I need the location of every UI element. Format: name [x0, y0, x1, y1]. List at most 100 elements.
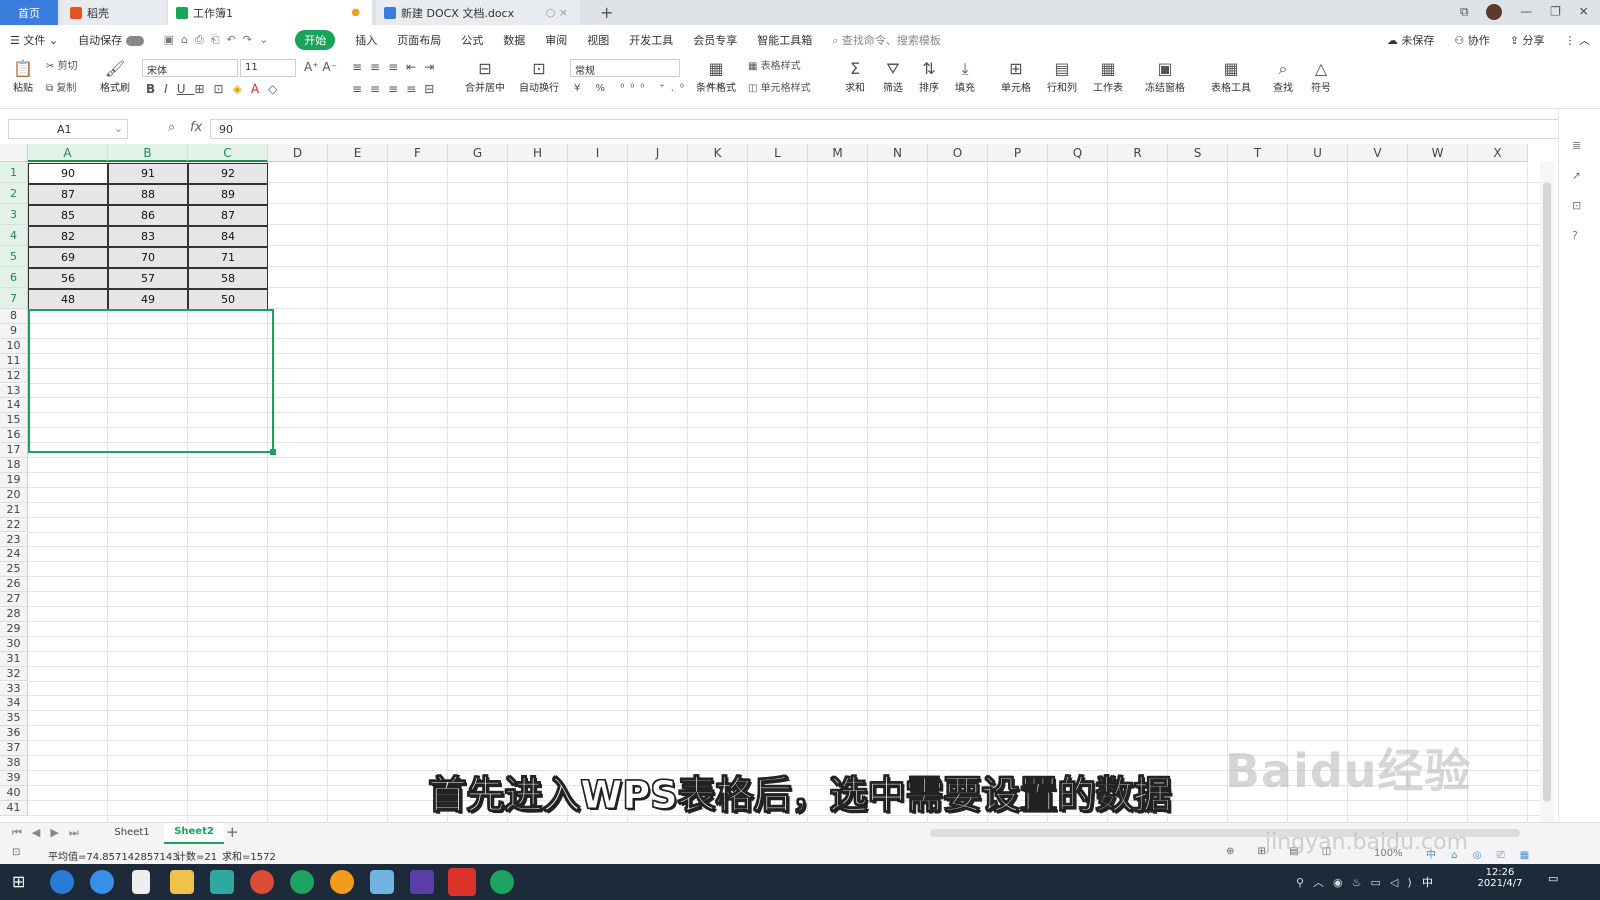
- formula-input[interactable]: 90: [210, 119, 1560, 139]
- column-header-n[interactable]: N: [868, 144, 928, 162]
- taskbar-file-icon[interactable]: [132, 870, 150, 894]
- ime-indicator[interactable]: 中: [1422, 874, 1433, 890]
- sheet-nav-icons[interactable]: ⏮◀▶⏭: [12, 826, 89, 840]
- chrome-icon[interactable]: [250, 870, 274, 894]
- new-tab-button[interactable]: +: [592, 0, 616, 25]
- cell-a3[interactable]: 85: [28, 205, 108, 226]
- cell-c6[interactable]: 58: [188, 268, 268, 289]
- fill-handle[interactable]: [270, 449, 276, 455]
- cell-c5[interactable]: 71: [188, 247, 268, 268]
- freeze-button[interactable]: ▣ 冻结窗格: [1140, 59, 1190, 94]
- more-icon[interactable]: ⋮ ︿: [1565, 32, 1591, 48]
- column-header-g[interactable]: G: [448, 144, 508, 162]
- row-header-18[interactable]: 18: [0, 458, 28, 473]
- column-header-t[interactable]: T: [1228, 144, 1288, 162]
- row-header-21[interactable]: 21: [0, 502, 28, 518]
- column-header-e[interactable]: E: [328, 144, 388, 162]
- row-header-14[interactable]: 14: [0, 398, 28, 414]
- collab-button[interactable]: ⚇ 协作: [1454, 32, 1489, 48]
- menu-item-insert[interactable]: 插入: [355, 32, 377, 48]
- close-window-icon[interactable]: ✕: [1579, 5, 1589, 19]
- cell-a5[interactable]: 69: [28, 247, 108, 268]
- quick-access-icons[interactable]: ▣⌂⎙⎗↶↷⌄: [164, 33, 276, 47]
- align-icons-2[interactable]: ≡≡≡≡⊟: [352, 81, 442, 97]
- row-header-37[interactable]: 37: [0, 741, 28, 756]
- row-header-11[interactable]: 11: [0, 353, 28, 369]
- row-header-31[interactable]: 31: [0, 651, 28, 667]
- cell-b5[interactable]: 70: [108, 247, 188, 268]
- row-header-25[interactable]: 25: [0, 562, 28, 578]
- cell-c1[interactable]: 92: [188, 163, 268, 184]
- vertical-scrollbar[interactable]: [1540, 162, 1554, 822]
- menu-item-view[interactable]: 视图: [587, 32, 609, 48]
- menu-item-member[interactable]: 会员专享: [693, 32, 737, 48]
- select-all-corner[interactable]: [0, 144, 28, 162]
- taskbar-app-icon[interactable]: [50, 870, 74, 894]
- chrome-icon[interactable]: [290, 870, 314, 894]
- font-style-icons[interactable]: BIU⊞⊡◈A◇: [146, 81, 286, 97]
- row-header-28[interactable]: 28: [0, 607, 28, 622]
- column-header-i[interactable]: I: [568, 144, 628, 162]
- row-header-12[interactable]: 12: [0, 368, 28, 384]
- worksheet-button[interactable]: ▦ 工作表: [1088, 59, 1128, 94]
- avatar[interactable]: [1486, 4, 1503, 20]
- column-header-c[interactable]: C: [188, 144, 268, 162]
- align-icons[interactable]: ≡≡≡⇤⇥: [352, 59, 442, 75]
- tab-home[interactable]: 首页: [0, 0, 58, 25]
- taskbar-app-icon[interactable]: [90, 870, 114, 894]
- cell-c4[interactable]: 84: [188, 226, 268, 247]
- cell-a4[interactable]: 82: [28, 226, 108, 247]
- menu-item-review[interactable]: 审阅: [545, 32, 567, 48]
- row-header-22[interactable]: 22: [0, 517, 28, 533]
- row-header-23[interactable]: 23: [0, 532, 28, 548]
- row-header-27[interactable]: 27: [0, 592, 28, 607]
- help-icon[interactable]: ?: [1572, 229, 1578, 242]
- cell-b4[interactable]: 83: [108, 226, 188, 247]
- menu-item-start[interactable]: 开始: [295, 30, 336, 50]
- column-header-k[interactable]: K: [688, 144, 748, 162]
- add-sheet-button[interactable]: +: [226, 823, 239, 841]
- row-header-1[interactable]: 1: [0, 162, 28, 183]
- wps-icon[interactable]: [448, 868, 476, 896]
- row-header-36[interactable]: 36: [0, 726, 28, 742]
- cell-a1[interactable]: 90: [28, 163, 108, 184]
- notification-icon[interactable]: ▭: [1548, 872, 1558, 885]
- cut-button[interactable]: ✂ 剪切: [46, 59, 78, 75]
- cell-b3[interactable]: 86: [108, 205, 188, 226]
- paste-button[interactable]: 📋 粘贴: [8, 59, 38, 94]
- row-header-32[interactable]: 32: [0, 666, 28, 682]
- number-format-select[interactable]: 常规: [570, 59, 680, 77]
- cell-style-button[interactable]: ◫ 单元格样式: [748, 81, 811, 97]
- row-header-35[interactable]: 35: [0, 711, 28, 727]
- row-header-13[interactable]: 13: [0, 383, 28, 399]
- merge-center-button[interactable]: ⊟ 合并居中: [460, 59, 510, 94]
- row-header-10[interactable]: 10: [0, 338, 28, 354]
- format-painter-button[interactable]: 🖌 格式刷: [98, 59, 132, 94]
- row-header-9[interactable]: 9: [0, 323, 28, 339]
- clip-icon[interactable]: ⊡: [1572, 199, 1581, 212]
- menu-item-formula[interactable]: 公式: [461, 32, 483, 48]
- column-header-u[interactable]: U: [1288, 144, 1348, 162]
- row-header-26[interactable]: 26: [0, 577, 28, 593]
- column-header-v[interactable]: V: [1348, 144, 1408, 162]
- row-header-6[interactable]: 6: [0, 267, 28, 288]
- unsaved-button[interactable]: ☁ 未保存: [1387, 32, 1435, 48]
- zoom-icon[interactable]: ⌕: [168, 120, 175, 135]
- sort-button[interactable]: ⇅ 排序: [914, 59, 944, 94]
- media-player-icon[interactable]: [410, 870, 434, 894]
- row-header-15[interactable]: 15: [0, 413, 28, 429]
- spreadsheet-grid[interactable]: ABCDEFGHIJKLMNOPQRSTUVWX 1 2 3 4 5 6 7 8 9 10 11 12…: [0, 144, 1556, 822]
- column-header-h[interactable]: H: [508, 144, 568, 162]
- windows-start-icon[interactable]: ⊞: [12, 872, 25, 891]
- row-header-17[interactable]: 17: [0, 443, 28, 458]
- chrome-icon[interactable]: [490, 870, 514, 894]
- cell-c7[interactable]: 50: [188, 289, 268, 310]
- symbol-button[interactable]: △ 符号: [1304, 59, 1338, 94]
- column-header-q[interactable]: Q: [1048, 144, 1108, 162]
- close-icon[interactable]: ○ ×: [546, 6, 568, 19]
- column-header-s[interactable]: S: [1168, 144, 1228, 162]
- row-header-30[interactable]: 30: [0, 636, 28, 652]
- fx-icon[interactable]: fx: [190, 120, 202, 135]
- cell-b7[interactable]: 49: [108, 289, 188, 310]
- taskbar-app-icon[interactable]: [210, 870, 234, 894]
